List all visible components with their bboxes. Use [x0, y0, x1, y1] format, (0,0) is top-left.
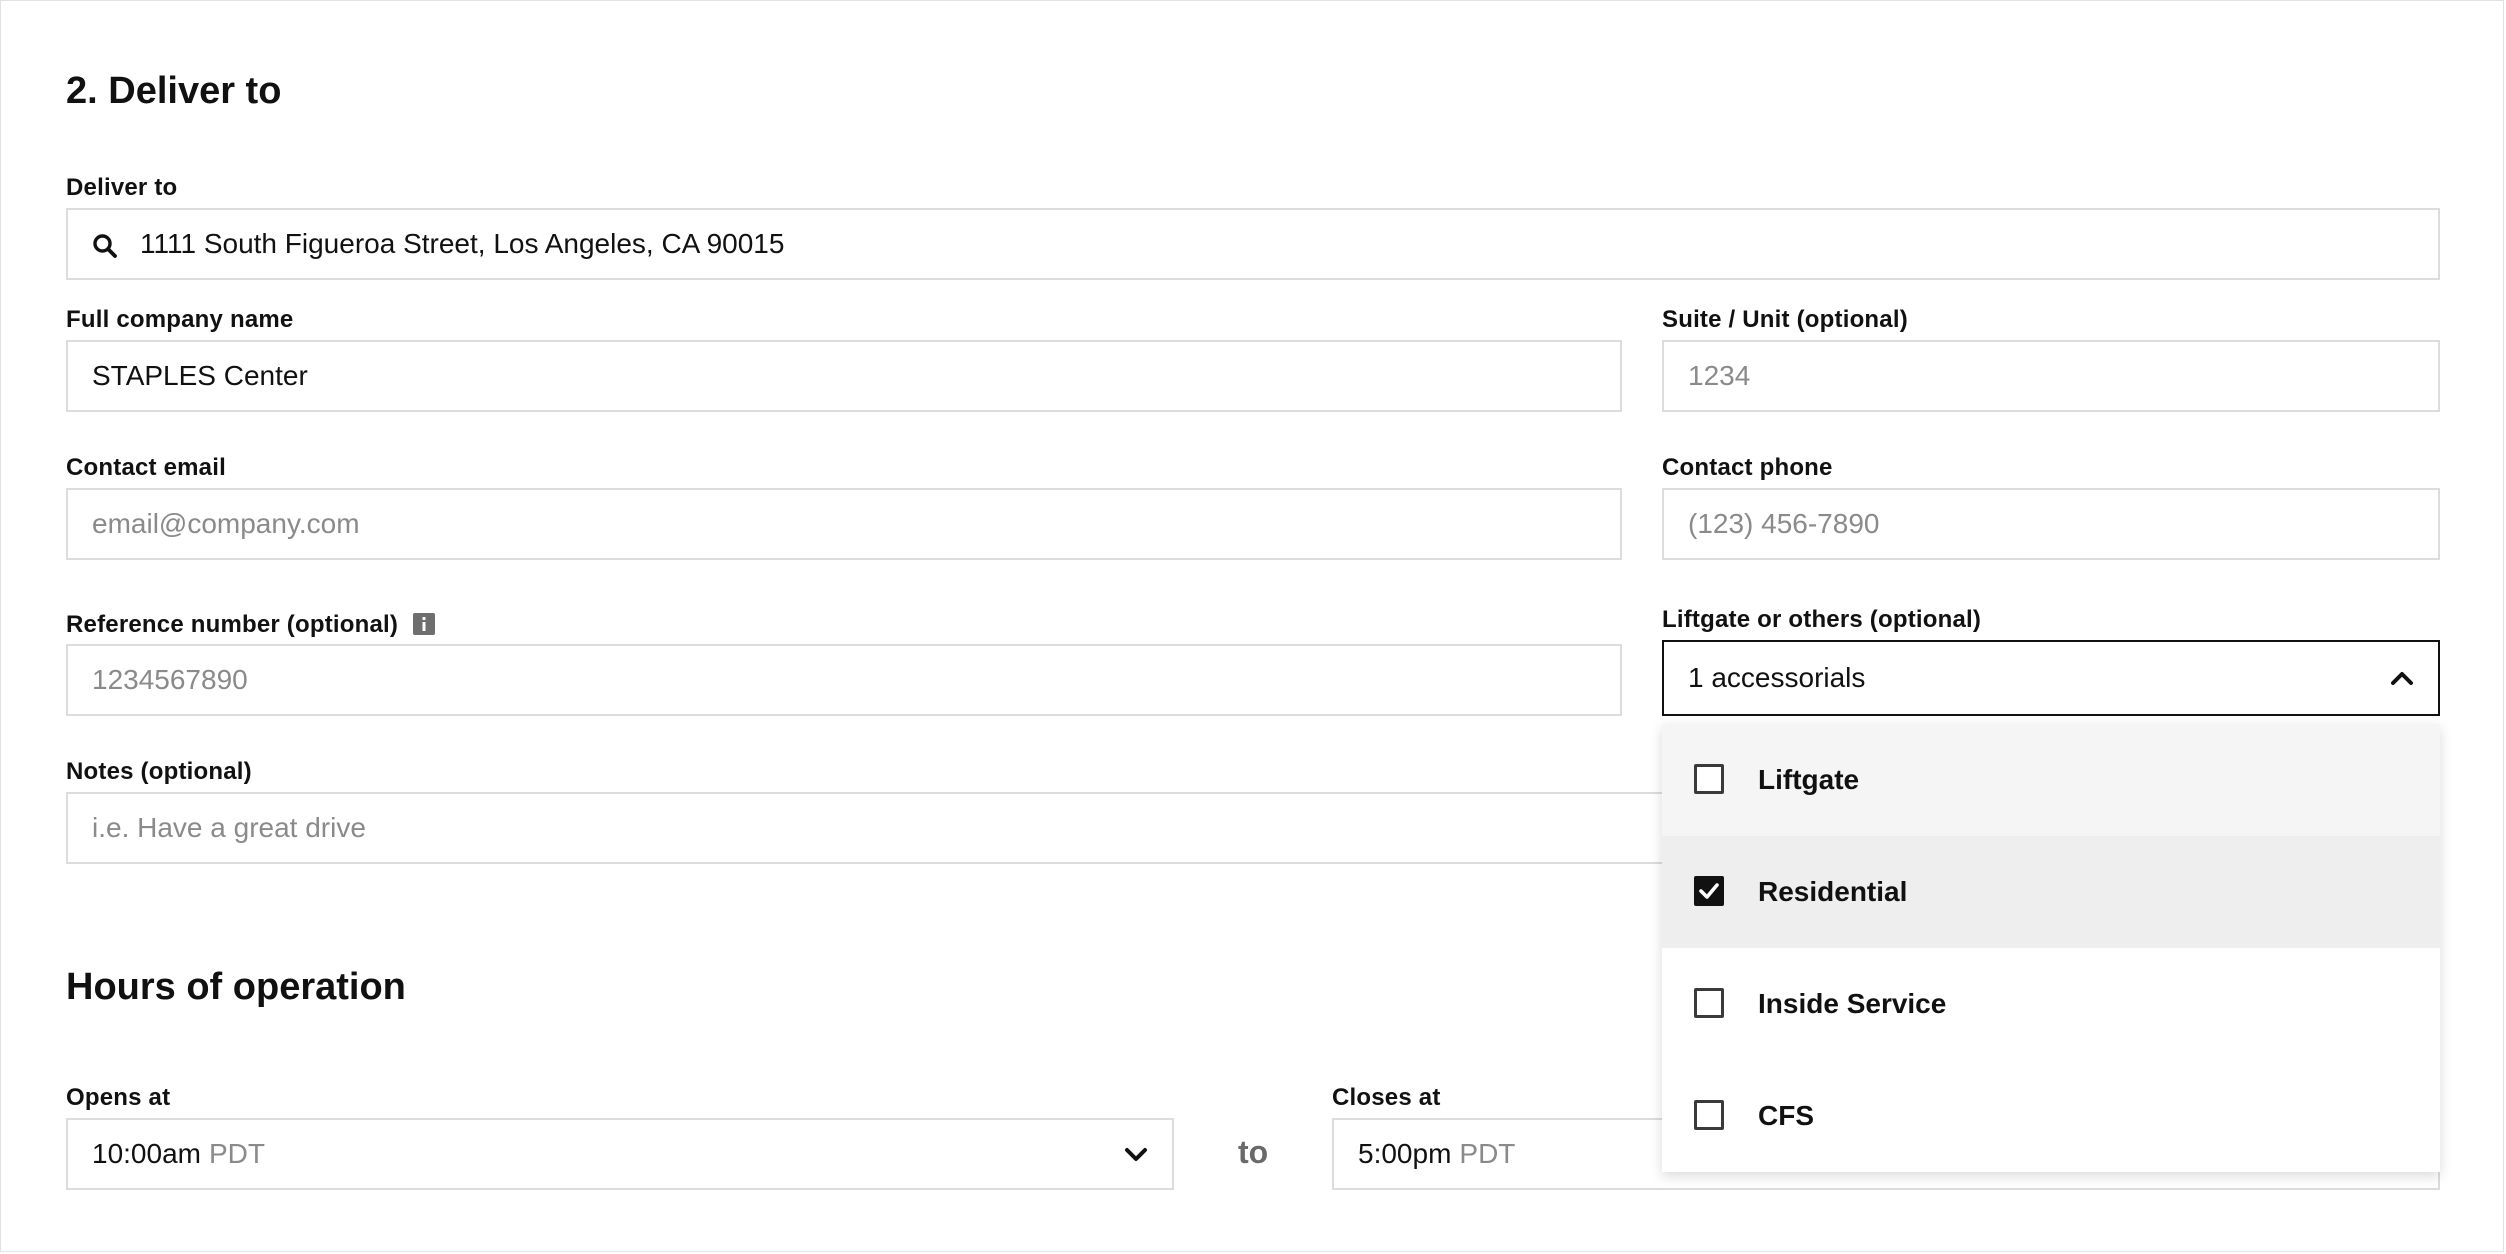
liftgate-label: Liftgate: [1758, 764, 1860, 795]
email-placeholder: email@company.com: [92, 508, 360, 539]
liftgate-checkbox[interactable]: [1694, 764, 1724, 794]
phone-placeholder: (123) 456-7890: [1688, 508, 1880, 539]
opens-timezone: PDT: [208, 1138, 265, 1169]
residential-checkbox[interactable]: [1694, 876, 1724, 906]
notes-placeholder: i.e. Have a great drive: [92, 812, 366, 843]
reference-label: Reference number (optional): [66, 610, 435, 639]
suite-placeholder: 1234: [1688, 360, 1751, 391]
closes-time: 5:00pm: [1358, 1138, 1452, 1169]
opens-label: Opens at: [66, 1084, 171, 1111]
search-icon: [93, 234, 117, 258]
chevron-up-icon: [2391, 672, 2413, 685]
closes-value: 5:00pm PDT: [1358, 1138, 1515, 1170]
email-label: Contact email: [66, 454, 226, 481]
deliver-to-value: 1111 South Figueroa Street, Los Angeles,…: [140, 228, 785, 259]
company-name-value: STAPLES Center: [92, 360, 308, 391]
phone-field[interactable]: (123) 456-7890: [1662, 488, 2440, 560]
reference-placeholder: 1234567890: [92, 664, 248, 695]
section-title: 2. Deliver to: [66, 70, 282, 112]
reference-input[interactable]: 1234567890: [66, 644, 1622, 716]
accessorials-value: 1 accessorials: [1688, 662, 1866, 693]
notes-label: Notes (optional): [66, 758, 252, 785]
deliver-to-input[interactable]: 1111 South Figueroa Street, Los Angeles,…: [66, 208, 2440, 280]
opens-value: 10:00am PDT: [92, 1138, 265, 1170]
info-icon[interactable]: [412, 613, 435, 635]
phone-label: Contact phone: [1662, 454, 1833, 481]
hours-separator: to: [1238, 1134, 1269, 1170]
company-label: Full company name: [66, 306, 294, 333]
option-cfs[interactable]: CFS: [1662, 1060, 2440, 1172]
residential-label: Residential: [1758, 876, 1908, 907]
reference-label-text: Reference number (optional): [66, 611, 399, 638]
checkmark-icon: [1699, 883, 1719, 899]
cfs-label: CFS: [1758, 1100, 1814, 1131]
deliver-to-label: Deliver to: [66, 174, 178, 201]
accessorials-menu: Liftgate Residential Inside Service CFS: [1662, 724, 2440, 1172]
cfs-checkbox[interactable]: [1694, 1100, 1724, 1130]
notes-input[interactable]: i.e. Have a great drive: [66, 792, 1666, 864]
hours-title: Hours of operation: [66, 966, 406, 1008]
inside-service-checkbox[interactable]: [1694, 988, 1724, 1018]
suite-label: Suite / Unit (optional): [1662, 306, 1908, 333]
company-name-input[interactable]: STAPLES Center: [66, 340, 1622, 412]
opens-time: 10:00am: [92, 1138, 201, 1169]
closes-timezone: PDT: [1459, 1138, 1516, 1169]
accessorials-label: Liftgate or others (optional): [1662, 606, 1982, 633]
email-field[interactable]: email@company.com: [66, 488, 1622, 560]
suite-input[interactable]: 1234: [1662, 340, 2440, 412]
option-inside-service[interactable]: Inside Service: [1662, 948, 2440, 1060]
inside-service-label: Inside Service: [1758, 988, 1947, 1019]
accessorials-select[interactable]: 1 accessorials: [1662, 640, 2440, 716]
option-residential[interactable]: Residential: [1662, 836, 2440, 948]
option-liftgate[interactable]: Liftgate: [1662, 724, 2440, 836]
chevron-down-icon: [1125, 1148, 1147, 1161]
opens-select[interactable]: 10:00am PDT: [66, 1118, 1174, 1190]
closes-label: Closes at: [1332, 1084, 1441, 1111]
